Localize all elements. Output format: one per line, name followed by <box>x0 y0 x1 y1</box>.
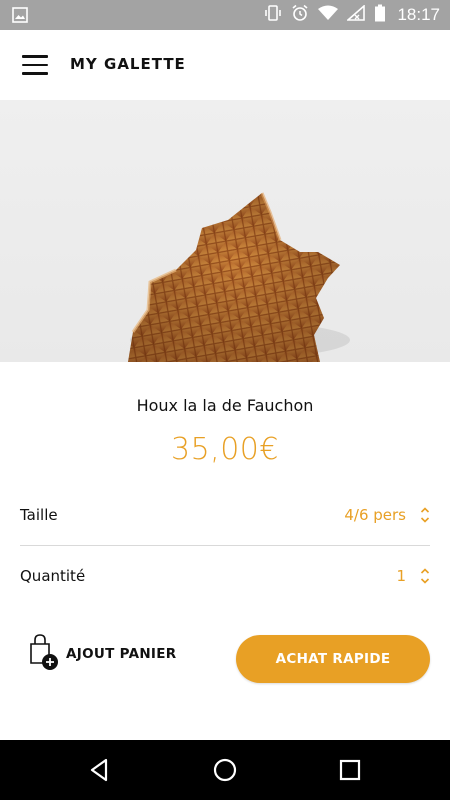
product-price: 35,00€ <box>171 432 279 467</box>
recent-apps-icon[interactable] <box>334 754 366 786</box>
add-to-cart-button[interactable]: AJOUT PANIER <box>28 634 176 674</box>
chevron-up-down-icon <box>420 506 430 524</box>
vibrate-icon <box>264 4 282 26</box>
back-icon[interactable] <box>84 754 116 786</box>
wifi-icon <box>318 5 339 25</box>
hamburger-menu-icon[interactable] <box>18 50 52 80</box>
chevron-up-down-icon <box>420 567 430 585</box>
quantity-selector[interactable]: Quantité 1 <box>20 556 430 596</box>
app-bar: MY GALETTE <box>0 30 450 100</box>
navigation-bar <box>0 740 450 800</box>
image-notification-icon <box>12 7 28 27</box>
app-title: MY GALETTE <box>70 55 186 73</box>
size-label: Taille <box>20 506 58 524</box>
divider <box>20 545 430 546</box>
product-name: Houx la la de Fauchon <box>136 396 314 415</box>
shopping-bag-add-icon <box>28 633 60 675</box>
quantity-value: 1 <box>396 567 406 585</box>
size-value: 4/6 pers <box>344 506 406 524</box>
battery-icon <box>374 4 386 26</box>
status-bar: 18:17 <box>0 0 450 30</box>
quick-buy-button[interactable]: ACHAT RAPIDE <box>236 635 430 683</box>
signal-icon <box>346 4 366 25</box>
alarm-icon <box>291 4 309 26</box>
quantity-label: Quantité <box>20 567 86 585</box>
status-time: 18:17 <box>397 5 440 24</box>
galette-des-rois-image <box>0 100 450 362</box>
add-to-cart-label: AJOUT PANIER <box>66 646 177 662</box>
size-selector[interactable]: Taille 4/6 pers <box>20 495 430 535</box>
home-icon[interactable] <box>209 754 241 786</box>
